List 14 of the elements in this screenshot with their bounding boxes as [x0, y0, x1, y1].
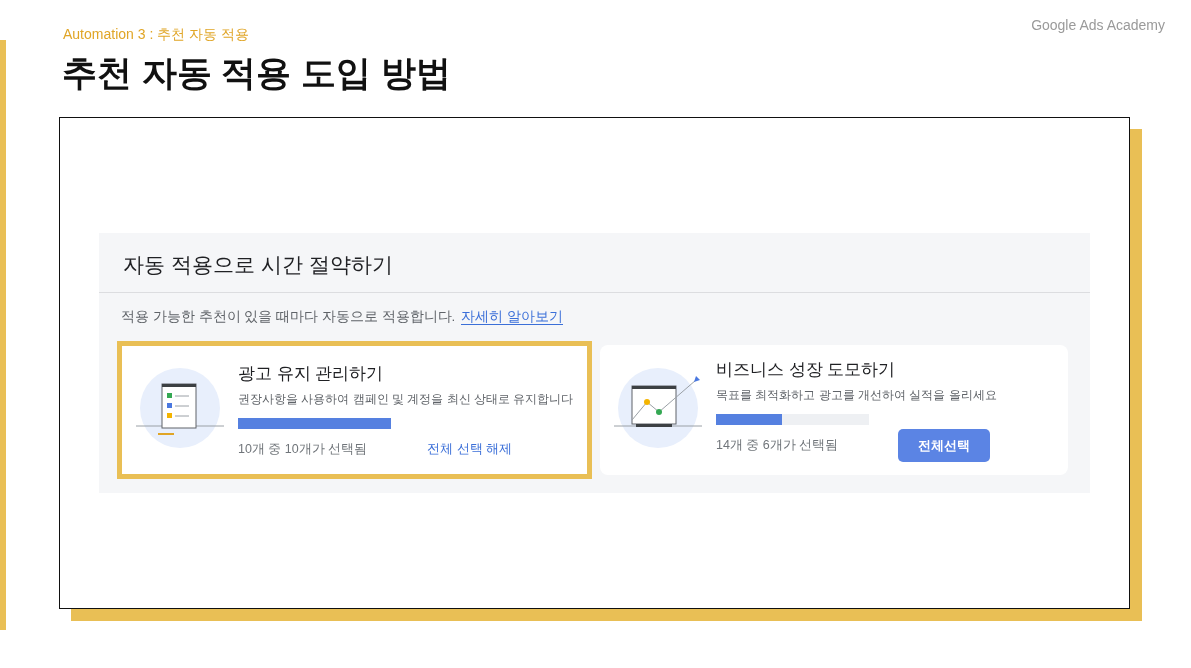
- selection-count: 10개 중 10개가 선택됨: [238, 440, 368, 458]
- slide-kicker: Automation 3 : 추천 자동 적용: [63, 25, 249, 44]
- learn-more-link[interactable]: 자세히 알아보기: [461, 308, 564, 325]
- brand-text: Google Ads Academy: [1031, 16, 1165, 35]
- deselect-all-link[interactable]: 전체 선택 해제: [427, 439, 513, 459]
- card-title: 비즈니스 성장 도모하기: [716, 359, 897, 382]
- selection-count: 14개 중 6개가 선택됨: [716, 437, 839, 455]
- panel-title: 자동 적용으로 시간 절약하기: [99, 233, 1090, 293]
- card-subtitle: 권장사항을 사용하여 캠페인 및 계정을 최신 상태로 유지합니다: [238, 390, 575, 408]
- slide-title: 추천 자동 적용 도입 방법: [62, 52, 451, 94]
- card-title: 광고 유지 관리하기: [238, 363, 385, 386]
- select-all-button[interactable]: 전체선택: [898, 428, 991, 463]
- panel-description: 적용 가능한 추천이 있을 때마다 자동으로 적용합니다.: [121, 308, 456, 324]
- card-subtitle: 목표를 최적화하고 광고를 개선하여 실적을 올리세요: [716, 386, 998, 404]
